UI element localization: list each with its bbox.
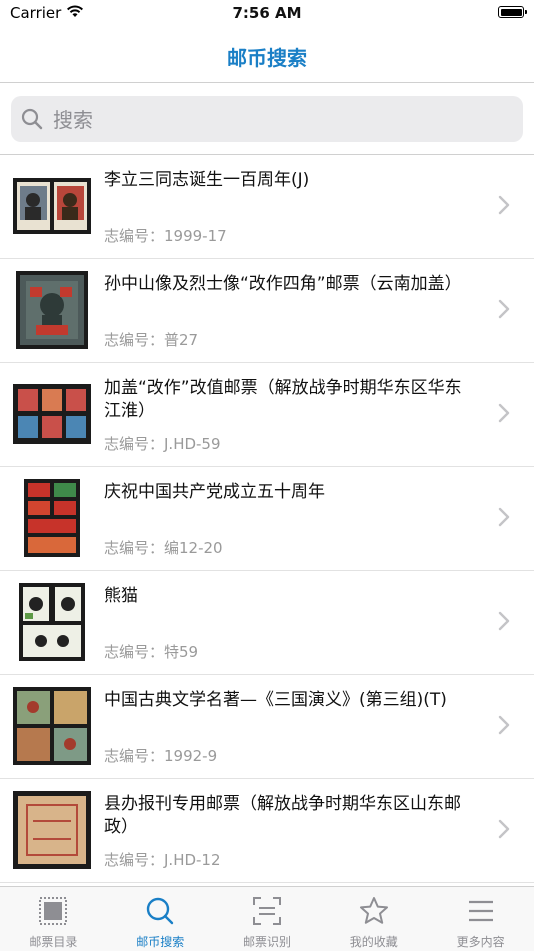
chevron-right-icon	[498, 195, 510, 215]
stamp-catalog-icon	[39, 897, 68, 925]
tab-stamp-catalog[interactable]: 邮票目录	[0, 887, 107, 951]
list-item[interactable]: 县办报刊专用邮票（解放战争时期华东区山东邮政） 志编号：J.HD-12	[0, 779, 534, 883]
menu-icon	[468, 900, 493, 922]
stamp-thumbnail	[13, 791, 91, 869]
stamp-list: 李立三同志诞生一百周年(J) 志编号：1999-17 孙中山像及烈士像“改作四角…	[0, 155, 534, 883]
item-code: 志编号：1992-9	[104, 747, 218, 765]
navigation-bar: 邮币搜索	[0, 28, 534, 83]
chevron-right-icon	[498, 715, 510, 735]
star-icon	[359, 897, 388, 924]
chevron-right-icon	[498, 403, 510, 423]
item-code: 志编号：特59	[104, 643, 199, 661]
list-item[interactable]: 孙中山像及烈士像“改作四角”邮票（云南加盖） 志编号：普27	[0, 259, 534, 363]
chevron-right-icon	[498, 299, 510, 319]
item-code: 志编号：编12-20	[104, 539, 223, 557]
list-item[interactable]: 庆祝中国共产党成立五十周年 志编号：编12-20	[0, 467, 534, 571]
tab-search[interactable]: 邮币搜索	[107, 887, 214, 951]
tab-favorites[interactable]: 我的收藏	[320, 887, 427, 951]
chevron-right-icon	[498, 819, 510, 839]
tab-bar: 邮票目录 邮币搜索 邮票识别 我的收藏 更多内容	[0, 886, 534, 951]
battery-icon	[498, 6, 527, 18]
search-bar[interactable]	[11, 96, 523, 144]
item-title: 庆祝中国共产党成立五十周年	[104, 482, 325, 502]
stamp-thumbnail	[13, 687, 91, 765]
tab-stamp-recognition[interactable]: 邮票识别	[214, 887, 321, 951]
tab-label: 邮币搜索	[136, 935, 185, 949]
item-code: 志编号：J.HD-59	[104, 435, 221, 453]
list-item[interactable]: 李立三同志诞生一百周年(J) 志编号：1999-17	[0, 155, 534, 259]
stamp-thumbnail	[13, 167, 91, 245]
list-item[interactable]: 加盖“改作”改值邮票（解放战争时期华东区华东江淮） 志编号：J.HD-59	[0, 363, 534, 467]
search-icon	[146, 897, 174, 925]
search-input[interactable]	[51, 96, 515, 144]
item-code: 志编号：普27	[104, 331, 199, 349]
scan-icon	[252, 897, 281, 925]
list-item[interactable]: 中国古典文学名著—《三国演义》(第三组)(T) 志编号：1992-9	[0, 675, 534, 779]
item-title: 县办报刊专用邮票（解放战争时期华东区山东邮政）	[104, 794, 461, 837]
page-title: 邮币搜索	[227, 46, 307, 70]
stamp-thumbnail	[13, 479, 91, 557]
stamp-thumbnail	[13, 583, 91, 661]
item-title: 加盖“改作”改值邮票（解放战争时期华东区华东江淮）	[104, 378, 462, 421]
item-title: 孙中山像及烈士像“改作四角”邮票（云南加盖）	[104, 274, 462, 294]
item-title: 熊猫	[104, 586, 138, 606]
stamp-thumbnail	[13, 375, 91, 453]
list-item[interactable]: 熊猫 志编号：特59	[0, 571, 534, 675]
chevron-right-icon	[498, 507, 510, 527]
tab-more[interactable]: 更多内容	[427, 887, 534, 951]
tab-label: 邮票识别	[242, 935, 291, 949]
chevron-right-icon	[498, 611, 510, 631]
search-icon	[21, 108, 43, 130]
status-bar: Carrier 7:56 AM	[0, 0, 534, 28]
item-code: 志编号：1999-17	[104, 227, 227, 245]
clock: 7:56 AM	[232, 4, 302, 22]
item-title: 中国古典文学名著—《三国演义》(第三组)(T)	[104, 690, 447, 710]
item-code: 志编号：J.HD-12	[104, 851, 221, 869]
stamp-thumbnail	[13, 271, 91, 349]
tab-label: 更多内容	[456, 935, 505, 949]
tab-label: 我的收藏	[349, 935, 398, 949]
tab-label: 邮票目录	[29, 935, 78, 949]
item-title: 李立三同志诞生一百周年(J)	[104, 170, 310, 190]
